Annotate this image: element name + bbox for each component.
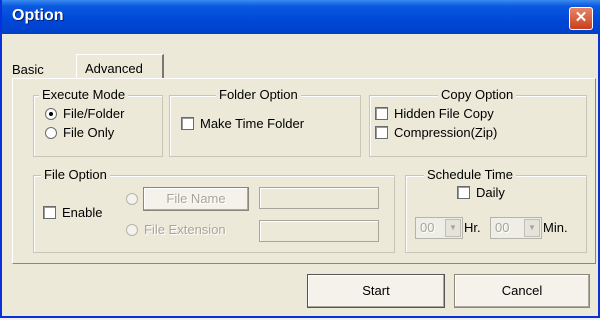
tab-basic[interactable]: Basic xyxy=(12,62,44,77)
radio-icon[interactable] xyxy=(126,223,138,236)
daily-checkbox[interactable]: Daily xyxy=(457,185,505,200)
radio-icon[interactable] xyxy=(45,126,57,139)
file-name-button[interactable]: File Name xyxy=(143,187,249,211)
minute-unit-label: Min. xyxy=(543,220,568,235)
folder-option-legend: Folder Option xyxy=(216,87,301,102)
radio-file-folder-label: File/Folder xyxy=(63,106,125,121)
start-button[interactable]: Start xyxy=(307,274,445,308)
radio-file-only[interactable]: File Only xyxy=(45,125,114,140)
checkbox-icon[interactable] xyxy=(181,117,194,130)
title-bar[interactable]: Option ✕ xyxy=(2,0,600,34)
make-time-folder-label: Make Time Folder xyxy=(200,116,305,131)
radio-file-extension[interactable]: File Extension xyxy=(126,222,226,237)
chevron-down-icon[interactable]: ▼ xyxy=(445,219,461,237)
radio-icon[interactable] xyxy=(45,107,57,120)
checkbox-icon[interactable] xyxy=(43,206,56,219)
schedule-time-legend: Schedule Time xyxy=(424,167,516,182)
make-time-folder-checkbox[interactable]: Make Time Folder xyxy=(181,116,304,131)
checkbox-icon[interactable] xyxy=(375,107,388,120)
close-icon[interactable]: ✕ xyxy=(569,7,593,30)
chevron-down-icon[interactable]: ▼ xyxy=(524,219,540,237)
enable-checkbox[interactable]: Enable xyxy=(43,205,102,220)
checkbox-icon[interactable] xyxy=(375,126,388,139)
file-name-field[interactable] xyxy=(259,187,379,209)
hour-unit-label: Hr. xyxy=(464,220,481,235)
execute-mode-legend: Execute Mode xyxy=(39,87,129,102)
minute-value: 00 xyxy=(495,220,510,235)
file-extension-label: File Extension xyxy=(144,222,226,237)
hidden-file-copy-label: Hidden File Copy xyxy=(394,106,494,121)
hidden-file-copy-checkbox[interactable]: Hidden File Copy xyxy=(375,106,494,121)
cancel-button[interactable]: Cancel xyxy=(454,274,590,308)
option-dialog: Option ✕ Basic Advanced Execute Mode Fil… xyxy=(0,0,600,318)
tab-advanced[interactable]: Advanced xyxy=(76,54,164,78)
copy-option-legend: Copy Option xyxy=(438,87,517,102)
radio-file-only-label: File Only xyxy=(63,125,115,140)
radio-file-folder[interactable]: File/Folder xyxy=(45,106,124,121)
hour-value: 00 xyxy=(420,220,435,235)
compression-zip-label: Compression(Zip) xyxy=(394,125,498,140)
file-option-legend: File Option xyxy=(41,167,110,182)
enable-label: Enable xyxy=(62,205,103,220)
window-title: Option xyxy=(12,7,64,24)
file-extension-field[interactable] xyxy=(259,220,379,242)
compression-zip-checkbox[interactable]: Compression(Zip) xyxy=(375,125,497,140)
daily-label: Daily xyxy=(476,185,505,200)
radio-file-name[interactable] xyxy=(126,193,138,205)
tab-panel-advanced: Execute Mode File/Folder File Only Folde… xyxy=(12,78,596,264)
checkbox-icon[interactable] xyxy=(457,186,470,199)
minute-select[interactable]: 00 ▼ xyxy=(490,217,542,239)
hour-select[interactable]: 00 ▼ xyxy=(415,217,463,239)
